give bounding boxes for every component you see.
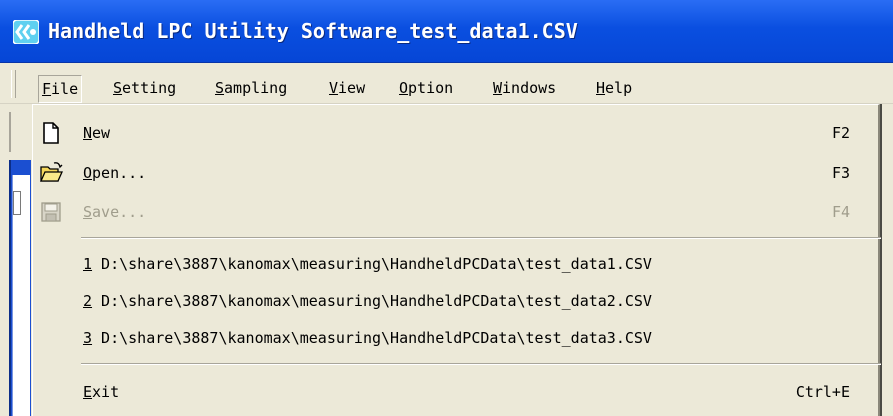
menu-windows-rest: indows [502, 79, 557, 97]
menu-sampling-key: S [215, 79, 225, 97]
recent-file-path: D:\share\3887\kanomax\measuring\Handheld… [92, 255, 652, 273]
toolbar-divider [9, 112, 11, 152]
menu-view-key: V [329, 79, 339, 97]
open-folder-icon [39, 162, 63, 182]
menu-separator [81, 237, 881, 239]
menu-help[interactable]: Help [593, 75, 635, 101]
menu-help-key: H [596, 79, 606, 97]
menu-option-rest: ption [408, 79, 454, 97]
recent-file-label: 1 D:\share\3887\kanomax\measuring\Handhe… [83, 255, 652, 273]
menu-help-rest: elp [605, 79, 633, 97]
menu-item-recent-1[interactable]: 1 D:\share\3887\kanomax\measuring\Handhe… [33, 249, 878, 279]
menu-option-key: O [399, 79, 409, 97]
menu-item-open[interactable]: Open... F3 [33, 158, 878, 188]
recent-file-path: D:\share\3887\kanomax\measuring\Handheld… [92, 329, 652, 347]
app-logo-icon [13, 20, 39, 44]
menu-item-save[interactable]: Save... F4 [33, 197, 878, 227]
menu-item-recent-3[interactable]: 3 D:\share\3887\kanomax\measuring\Handhe… [33, 323, 878, 353]
save-disk-icon [41, 202, 61, 222]
menu-item-exit[interactable]: Exit Ctrl+E [33, 377, 878, 407]
menu-item-save-label: Save... [83, 203, 146, 221]
menu-item-exit-key: E [83, 383, 93, 401]
new-document-icon [43, 122, 59, 144]
menu-view[interactable]: View [326, 75, 368, 101]
recent-file-number: 2 [83, 292, 93, 310]
menu-item-save-rest: ave... [92, 203, 147, 221]
menu-item-open-shortcut: F3 [831, 164, 850, 182]
file-menu-dropdown: New F2 Open... F3 Save... F4 1 D:\share\… [32, 104, 881, 416]
menu-sampling[interactable]: Sampling [212, 75, 290, 101]
menu-item-new-label: New [83, 124, 110, 142]
menu-item-save-key: S [83, 203, 93, 221]
window-title: Handheld LPC Utility Software_test_data1… [48, 19, 578, 43]
recent-file-label: 3 D:\share\3887\kanomax\measuring\Handhe… [83, 329, 652, 347]
menu-item-open-label: Open... [83, 164, 146, 182]
app-window: Handheld LPC Utility Software_test_data1… [0, 0, 893, 416]
menu-item-open-rest: pen... [92, 164, 147, 182]
menu-item-recent-2[interactable]: 2 D:\share\3887\kanomax\measuring\Handhe… [33, 286, 878, 316]
recent-file-number: 3 [83, 329, 93, 347]
menu-setting[interactable]: Setting [110, 75, 179, 101]
recent-file-number: 1 [83, 255, 93, 273]
menu-item-save-shortcut: F4 [831, 203, 850, 221]
menu-option[interactable]: Option [396, 75, 456, 101]
menu-view-rest: iew [338, 79, 366, 97]
menu-item-exit-shortcut: Ctrl+E [795, 383, 850, 401]
menu-item-exit-rest: xit [92, 383, 120, 401]
menu-setting-rest: etting [122, 79, 177, 97]
recent-file-label: 2 D:\share\3887\kanomax\measuring\Handhe… [83, 292, 652, 310]
menu-setting-key: S [113, 79, 123, 97]
menu-item-new-rest: ew [92, 124, 111, 142]
menu-separator [81, 363, 881, 365]
menu-item-exit-label: Exit [83, 383, 119, 401]
menu-item-open-key: O [83, 164, 93, 182]
menu-item-new-key: N [83, 124, 93, 142]
title-bar[interactable]: Handheld LPC Utility Software_test_data1… [0, 0, 893, 63]
menu-item-new-shortcut: F2 [831, 124, 850, 142]
menu-windows-key: W [493, 79, 503, 97]
menu-file-rest: ile [51, 80, 79, 98]
menu-item-new[interactable]: New F2 [33, 118, 878, 148]
menu-bar-grip[interactable] [11, 70, 16, 98]
menu-sampling-rest: ampling [224, 79, 288, 97]
child-window-control[interactable] [13, 191, 21, 215]
menu-file-key: F [42, 80, 52, 98]
menu-windows[interactable]: Windows [490, 75, 559, 101]
recent-file-path: D:\share\3887\kanomax\measuring\Handheld… [92, 292, 652, 310]
menu-file[interactable]: File [38, 75, 83, 103]
